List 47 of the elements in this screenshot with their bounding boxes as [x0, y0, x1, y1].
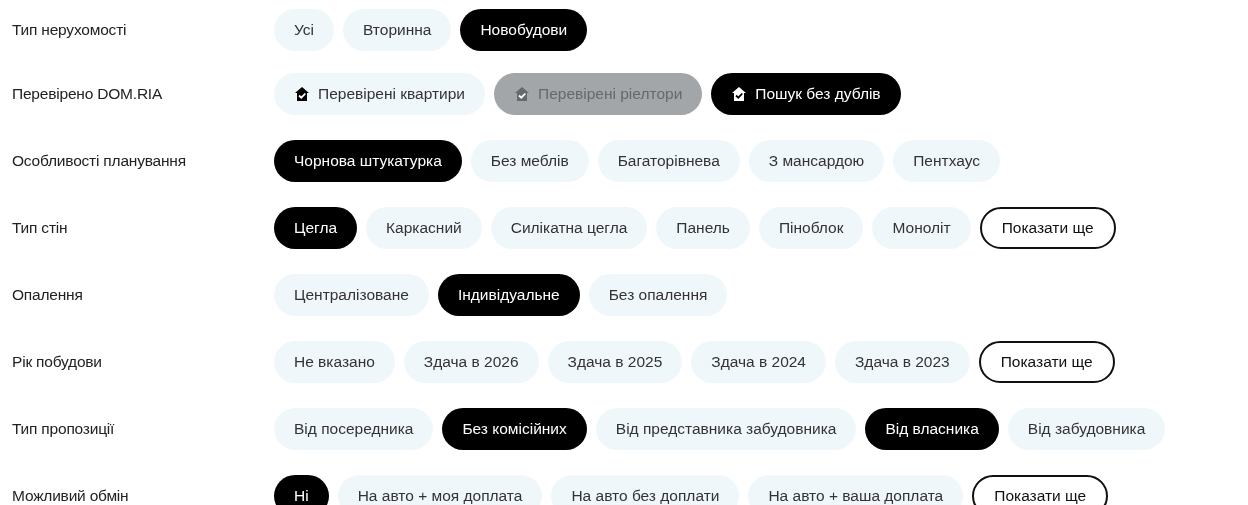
filter-label: Можливий обмін [11, 485, 130, 505]
filter-label: Тип нерухомості [11, 20, 128, 41]
filter-chip[interactable]: На авто + ваша доплата [748, 474, 964, 505]
filter-chip[interactable]: Централізоване [274, 273, 429, 316]
filter-chip[interactable]: Усі [274, 9, 334, 51]
house-check-icon [294, 85, 310, 102]
filter-label: Рік побудови [11, 351, 103, 372]
filter-label: Опалення [11, 284, 84, 305]
filter-chip[interactable]: Каркасний [366, 206, 482, 249]
filter-chip[interactable]: Від посередника [274, 407, 434, 450]
filter-chip[interactable]: Без меблів [470, 139, 589, 182]
show-more-button[interactable]: Показати ще [979, 206, 1116, 249]
filter-chip[interactable]: Цегла [274, 206, 358, 249]
filter-chip[interactable]: З мансардою [748, 139, 885, 182]
filter-chip[interactable]: Ні [274, 474, 329, 505]
filter-chip[interactable]: Від представника забудовника [595, 407, 857, 450]
filter-chip[interactable]: Здача в 2026 [403, 340, 539, 383]
filter-chip[interactable]: Силікатна цегла [490, 206, 648, 249]
filter-chip[interactable]: Пошук без дублів [711, 72, 901, 115]
show-more-button[interactable]: Показати ще [978, 340, 1115, 383]
filter-chip[interactable]: На авто без доплати [551, 474, 740, 505]
filter-chip[interactable]: Пентхаус [893, 139, 1000, 182]
house-check-icon [731, 85, 748, 102]
filter-label: Тип стін [11, 217, 69, 238]
filter-chip[interactable]: Індивідуальне [437, 273, 580, 316]
filter-label: Тип пропозиції [11, 418, 116, 439]
filter-chip[interactable]: Без комісійних [442, 407, 587, 450]
filter-chip[interactable]: Чорнова штукатурка [274, 139, 462, 182]
filter-chip[interactable]: Без опалення [588, 273, 728, 316]
filter-chip[interactable]: Панель [656, 206, 750, 249]
show-more-button[interactable]: Показати ще [972, 474, 1109, 505]
filter-chip[interactable]: Від власника [865, 407, 999, 450]
filter-chip[interactable]: Перевірені квартири [274, 72, 485, 115]
filter-chip[interactable]: Вторинна [343, 9, 452, 51]
filter-chip[interactable]: Моноліт [872, 206, 971, 249]
filter-label: Особливості планування [11, 150, 187, 171]
filter-chip[interactable]: Не вказано [274, 340, 395, 383]
filter-chip[interactable]: Новобудови [460, 9, 588, 51]
filter-chip[interactable]: Здача в 2023 [835, 340, 970, 383]
filter-chip[interactable]: Здача в 2024 [691, 340, 826, 383]
filter-chip[interactable]: Від забудовника [1007, 407, 1166, 450]
filter-chip[interactable]: Багаторівнева [597, 139, 740, 182]
filter-chip[interactable]: Здача в 2025 [547, 340, 683, 383]
filter-chip[interactable]: На авто + моя доплата [337, 474, 543, 505]
filter-chip[interactable]: Піноблок [758, 206, 864, 249]
house-check-icon [514, 85, 530, 102]
filter-label: Перевірено DOM.RIA [11, 83, 164, 104]
